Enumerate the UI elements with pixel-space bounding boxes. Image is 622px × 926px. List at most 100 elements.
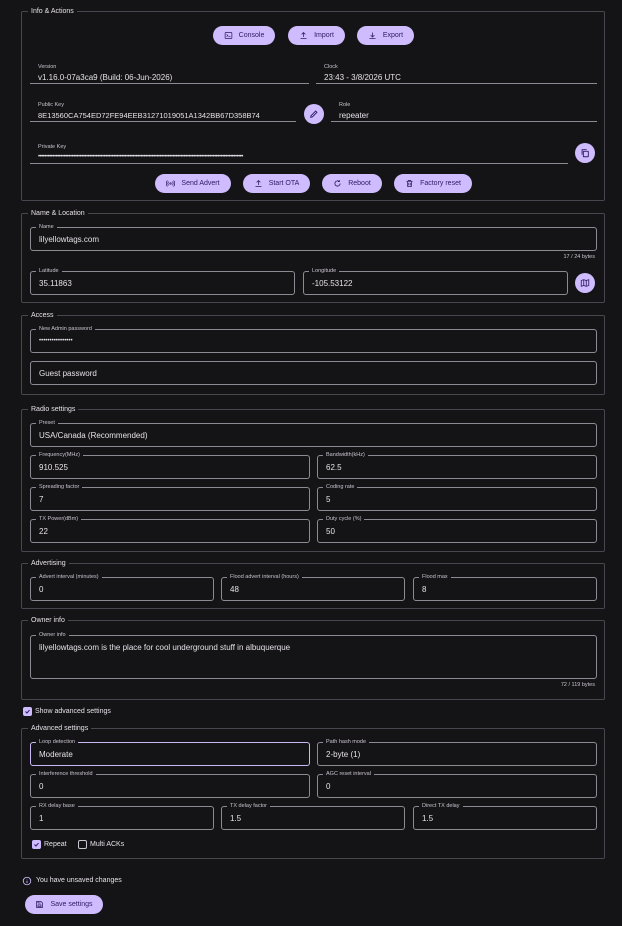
agc-reset-interval-input[interactable]: AGC reset interval 0 [317, 770, 597, 798]
access-section: Access New Admin password ••••••••••••••… [21, 311, 605, 395]
send-advert-label: Send Advert [181, 180, 220, 187]
public-key-label: Public Key [38, 102, 64, 108]
preset-value: USA/Canada (Recommended) [39, 431, 148, 440]
map-picker-button[interactable] [575, 273, 595, 293]
owner-info-label: Owner info [36, 631, 69, 639]
direct-tx-delay-input[interactable]: Direct TX delay 1.5 [413, 802, 597, 830]
longitude-input[interactable]: Longitude -105.53122 [303, 267, 568, 295]
unsaved-changes-text: You have unsaved changes [36, 877, 122, 884]
loop-detection-value: Moderate [39, 750, 73, 759]
rx-delay-base-label: RX delay base [36, 802, 78, 810]
reboot-button[interactable]: Reboot [322, 174, 382, 193]
copy-private-key-button[interactable] [575, 143, 595, 163]
owner-info-section: Owner info Owner info lilyellowtags.com … [21, 616, 605, 700]
owner-info-byte-counter: 72 / 119 bytes [560, 682, 595, 688]
preset-label: Preset [36, 419, 58, 427]
path-hash-mode-label: Path hash mode [323, 738, 370, 746]
frequency-input[interactable]: Frequency(MHz) 910.525 [30, 451, 310, 479]
path-hash-mode-select[interactable]: Path hash mode 2-byte (1) [317, 738, 597, 766]
pencil-icon [310, 110, 318, 118]
tx-power-input[interactable]: TX Power(dBm) 22 [30, 515, 310, 543]
flood-advert-interval-value: 48 [230, 585, 239, 594]
rx-delay-base-input[interactable]: RX delay base 1 [30, 802, 214, 830]
clock-value: 23:43 - 3/8/2026 UTC [324, 73, 401, 82]
private-key-field[interactable]: Private Key ••••••••••••••••••••••••••••… [30, 144, 568, 164]
latitude-input[interactable]: Latitude 35.11863 [30, 267, 295, 295]
loop-detection-label: Loop detection [36, 738, 79, 746]
factory-reset-button[interactable]: Factory reset [394, 174, 472, 193]
show-advanced-label: Show advanced settings [35, 708, 111, 715]
trash-icon [406, 180, 413, 187]
direct-tx-delay-label: Direct TX delay [419, 802, 463, 810]
frequency-label: Frequency(MHz) [36, 451, 83, 459]
interference-threshold-label: Interference threshold [36, 770, 96, 778]
spreading-factor-label: Spreading factor [36, 483, 83, 491]
spreading-factor-input[interactable]: Spreading factor 7 [30, 483, 310, 511]
private-key-label: Private Key [38, 144, 67, 150]
checkmark-icon [34, 842, 39, 847]
advert-interval-input[interactable]: Advert interval (minutes) 0 [30, 573, 214, 601]
tx-delay-factor-label: TX delay factor [227, 802, 270, 810]
repeat-checkbox[interactable] [32, 840, 41, 849]
admin-password-value: •••••••••••••••• [39, 338, 73, 344]
export-button[interactable]: Export [357, 26, 414, 45]
edit-public-key-button[interactable] [304, 104, 324, 124]
owner-info-value: lilyellowtags.com is the place for cool … [39, 643, 291, 652]
name-input[interactable]: Name lilyellowtags.com [30, 223, 597, 251]
coding-rate-input[interactable]: Coding rate 5 [317, 483, 597, 511]
show-advanced-checkbox[interactable] [23, 707, 32, 716]
tx-power-value: 22 [39, 527, 48, 536]
coding-rate-label: Coding rate [323, 483, 358, 491]
save-settings-button[interactable]: Save settings [25, 895, 103, 914]
latitude-value: 35.11863 [39, 279, 72, 288]
bandwidth-label: Bandwidth(kHz) [323, 451, 368, 459]
name-location-section: Name & Location Name lilyellowtags.com 1… [21, 209, 605, 303]
start-ota-label: Start OTA [268, 180, 300, 187]
longitude-label: Longitude [309, 267, 340, 275]
tx-delay-factor-input[interactable]: TX delay factor 1.5 [221, 802, 405, 830]
section-title-name-location: Name & Location [28, 209, 88, 218]
preset-select[interactable]: Preset USA/Canada (Recommended) [30, 419, 597, 447]
flood-advert-interval-input[interactable]: Flood advert interval (hours) 48 [221, 573, 405, 601]
guest-password-placeholder: Guest password [39, 369, 97, 378]
factory-reset-label: Factory reset [420, 180, 461, 187]
download-icon [369, 32, 376, 39]
import-label: Import [314, 32, 334, 39]
interference-threshold-value: 0 [39, 782, 44, 791]
flood-advert-interval-label: Flood advert interval (hours) [227, 573, 302, 581]
version-label: Version [38, 64, 57, 70]
guest-password-input[interactable]: Guest password [30, 361, 597, 385]
export-label: Export [382, 32, 404, 39]
save-icon [36, 901, 44, 908]
terminal-icon [224, 32, 232, 39]
duty-cycle-value: 50 [326, 527, 335, 536]
checkmark-icon [25, 709, 30, 714]
advertising-section: Advertising Advert interval (minutes) 0 … [21, 559, 605, 609]
advert-interval-label: Advert interval (minutes) [36, 573, 102, 581]
owner-info-textarea[interactable]: Owner info lilyellowtags.com is the plac… [30, 631, 597, 679]
refresh-icon [334, 180, 341, 187]
info-icon [22, 876, 32, 886]
start-ota-button[interactable]: Start OTA [243, 174, 310, 193]
interference-threshold-input[interactable]: Interference threshold 0 [30, 770, 310, 798]
role-label: Role [339, 102, 351, 108]
version-value: v1.16.0-07a3ca9 (Build: 06-Jun-2026) [38, 73, 173, 82]
console-label: Console [238, 32, 265, 39]
send-advert-button[interactable]: Send Advert [155, 174, 231, 193]
reboot-label: Reboot [348, 180, 371, 187]
rx-delay-base-value: 1 [39, 814, 44, 823]
multi-acks-checkbox[interactable] [78, 840, 87, 849]
console-button[interactable]: Console [213, 26, 275, 45]
loop-detection-select[interactable]: Loop detection Moderate [30, 738, 310, 766]
longitude-value: -105.53122 [312, 279, 353, 288]
flood-max-input[interactable]: Flood max 8 [413, 573, 597, 601]
broadcast-icon [166, 180, 176, 187]
import-button[interactable]: Import [288, 26, 345, 45]
upload-icon [300, 31, 307, 39]
bandwidth-input[interactable]: Bandwidth(kHz) 62.5 [317, 451, 597, 479]
latitude-label: Latitude [36, 267, 62, 275]
advert-interval-value: 0 [39, 585, 44, 594]
duty-cycle-input[interactable]: Duty cycle (%) 50 [317, 515, 597, 543]
admin-password-input[interactable]: New Admin password •••••••••••••••• [30, 325, 597, 353]
path-hash-mode-value: 2-byte (1) [326, 750, 361, 759]
